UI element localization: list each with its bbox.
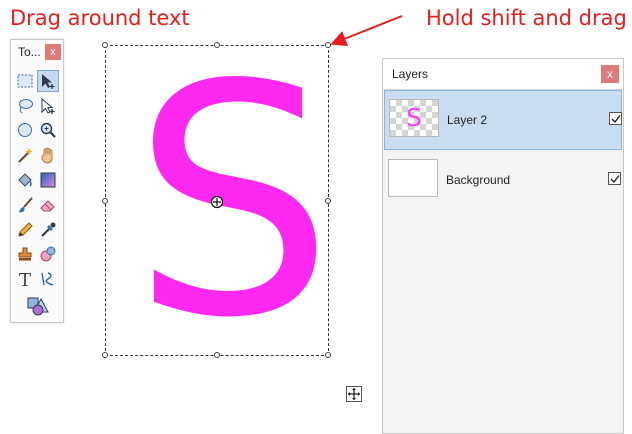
move-selected-pixels-tool[interactable]: [37, 70, 59, 92]
tools-window: To... x T: [10, 39, 64, 323]
paint-bucket-icon: [18, 173, 32, 187]
paintbrush-tool[interactable]: [15, 195, 35, 215]
svg-text:T: T: [19, 270, 31, 288]
rectangle-select-icon: [17, 74, 33, 88]
annotation-hold-shift-and-drag: Hold shift and drag: [426, 6, 627, 30]
checkmark-icon: [611, 115, 621, 124]
layers-panel-header: Layers x: [383, 59, 623, 90]
layers-panel-title: Layers: [392, 67, 429, 81]
line-curve-tool[interactable]: [38, 269, 58, 289]
layer-thumbnail: S: [389, 99, 439, 137]
handle-bottom-right[interactable]: [325, 352, 331, 358]
shapes-icon: [27, 297, 49, 316]
tools-close-button[interactable]: x: [45, 44, 61, 60]
layer-visibility-checkbox[interactable]: [608, 172, 621, 185]
zoom-tool[interactable]: [38, 120, 58, 140]
eraser-tool[interactable]: [38, 195, 58, 215]
move-cursor-icon: [346, 386, 362, 402]
text-icon: T: [19, 270, 31, 288]
rectangle-select-tool[interactable]: [15, 71, 35, 91]
pan-icon: [41, 147, 53, 164]
handle-bottom-center[interactable]: [214, 352, 220, 358]
layer-name: Layer 2: [447, 113, 488, 127]
shapes-tool[interactable]: [25, 294, 51, 318]
recolor-tool[interactable]: [38, 244, 58, 264]
gradient-icon: [40, 172, 56, 188]
magic-wand-icon: [18, 148, 33, 163]
paint-bucket-tool[interactable]: [15, 170, 35, 190]
pan-tool[interactable]: [38, 145, 58, 165]
tools-window-title: To...: [18, 45, 41, 59]
pencil-tool[interactable]: [15, 220, 35, 240]
layer-row-background[interactable]: Background: [384, 151, 622, 211]
gradient-tool[interactable]: [38, 170, 58, 190]
pencil-icon: [18, 222, 33, 237]
paintbrush-icon: [18, 197, 33, 213]
layer-visibility-checkbox[interactable]: [609, 112, 622, 125]
layer-row-layer-2[interactable]: S Layer 2: [384, 90, 622, 150]
color-picker-icon: [41, 222, 56, 237]
checkmark-icon: [610, 175, 620, 184]
handle-middle-left[interactable]: [102, 198, 108, 204]
recolor-icon: [40, 246, 56, 262]
layers-panel: Layers x S Layer 2 Background: [382, 58, 624, 434]
lasso-select-tool[interactable]: [15, 96, 35, 116]
lasso-select-icon: [19, 99, 33, 114]
ellipse-select-icon: [18, 123, 32, 137]
center-move-handle-icon[interactable]: [210, 195, 224, 209]
handle-top-center[interactable]: [214, 42, 220, 48]
handle-middle-right[interactable]: [325, 198, 331, 204]
move-selection-icon: [41, 97, 55, 114]
text-tool[interactable]: T: [15, 269, 35, 289]
layer-thumbnail-letter: S: [406, 103, 422, 132]
move-selection-tool[interactable]: [38, 96, 58, 116]
arrow-to-corner-handle: [330, 15, 403, 47]
layer-thumbnail: [388, 159, 438, 197]
line-curve-icon: [41, 272, 54, 286]
layers-close-button[interactable]: x: [601, 65, 619, 83]
handle-bottom-left[interactable]: [102, 352, 108, 358]
layer-thumbnail-letter: [389, 160, 437, 196]
layer-name: Background: [446, 173, 511, 187]
ellipse-select-tool[interactable]: [15, 120, 35, 140]
clone-stamp-tool[interactable]: [15, 244, 35, 264]
zoom-icon: [40, 122, 56, 138]
clone-stamp-icon: [18, 247, 32, 261]
handle-top-left[interactable]: [102, 42, 108, 48]
handle-top-right[interactable]: [325, 42, 331, 48]
move-selected-pixels-icon: [42, 74, 55, 89]
eraser-icon: [40, 200, 55, 212]
color-picker-tool[interactable]: [38, 220, 58, 240]
magic-wand-tool[interactable]: [15, 145, 35, 165]
